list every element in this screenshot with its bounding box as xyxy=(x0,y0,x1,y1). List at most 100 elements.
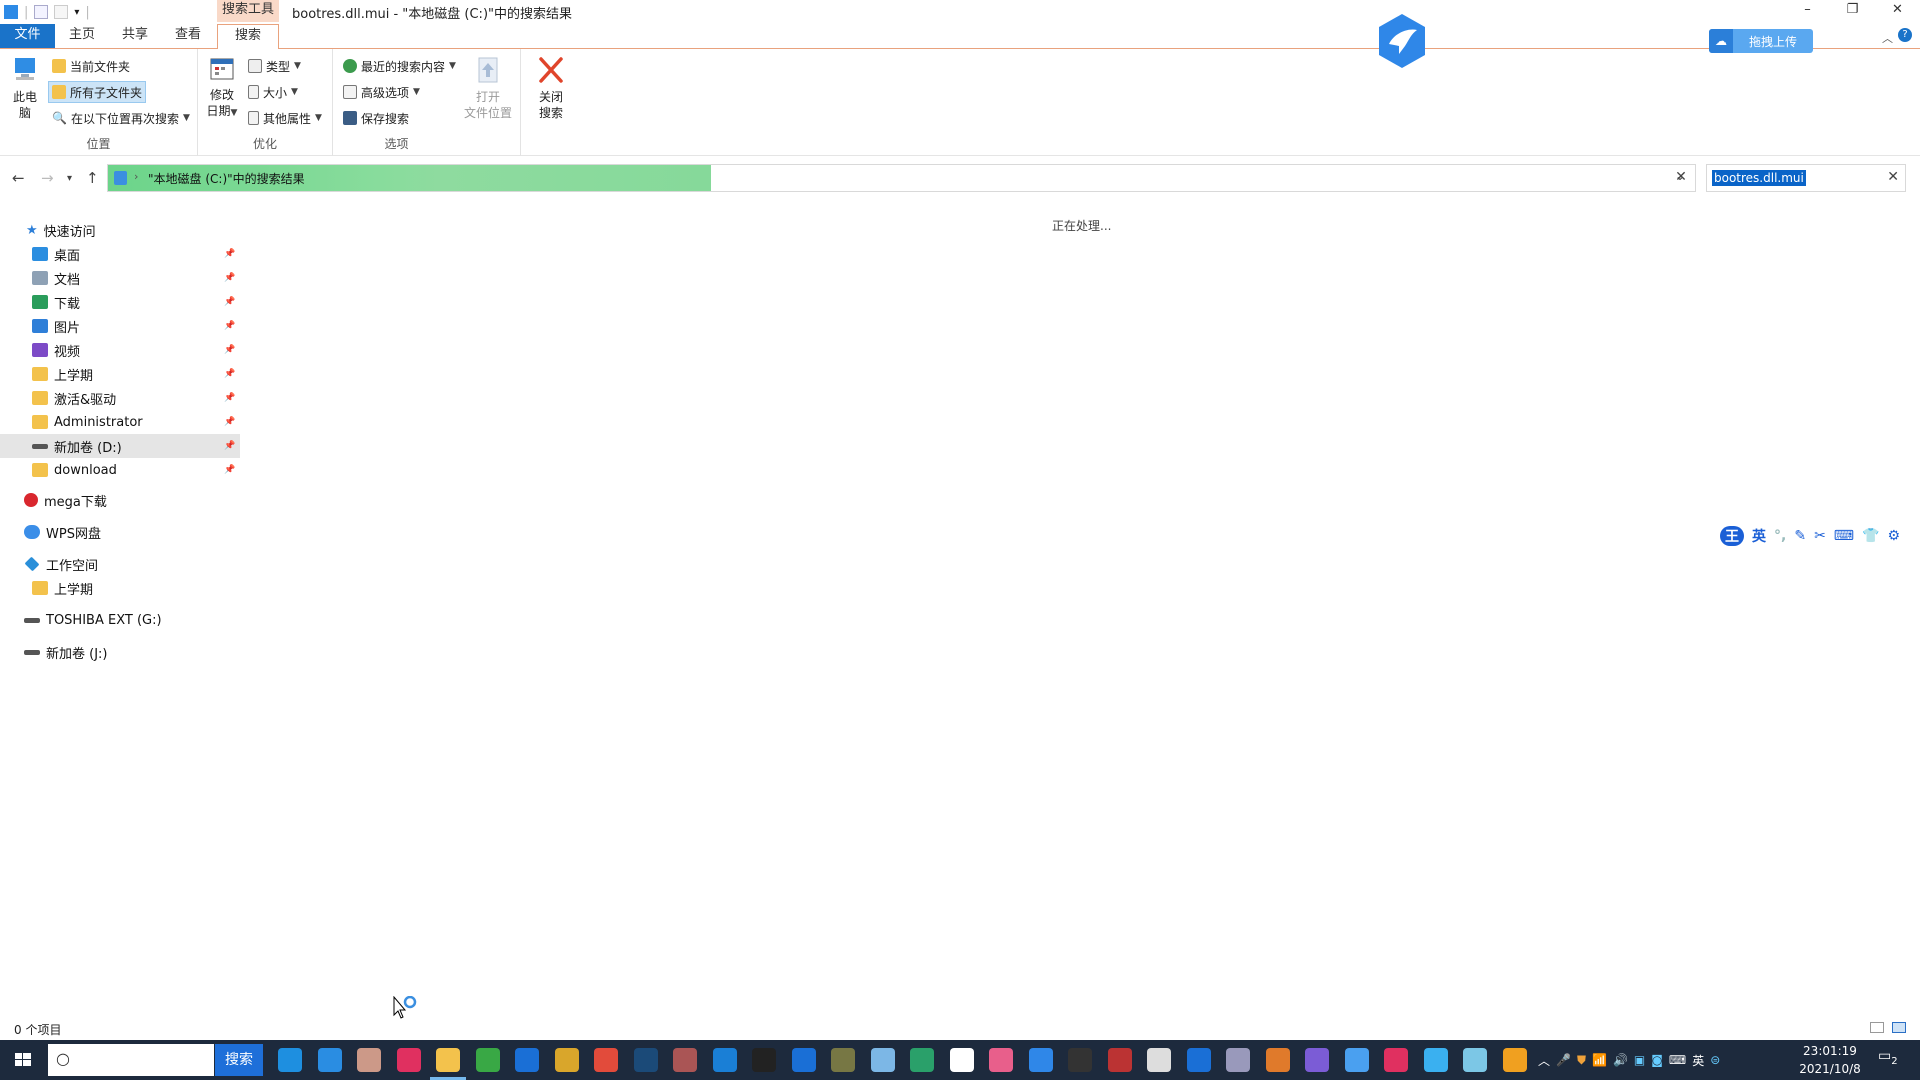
pin-icon[interactable]: 📌 xyxy=(224,273,235,283)
pin-icon[interactable]: 📌 xyxy=(224,369,235,379)
pin-icon[interactable]: 📌 xyxy=(224,345,235,355)
sidebar-item-pinned[interactable]: download 📌 xyxy=(0,458,240,482)
ribbon-collapse-chevron-icon[interactable]: ︿ xyxy=(1882,30,1893,46)
tab-file[interactable]: 文件 xyxy=(0,24,55,48)
tab-share[interactable]: 共享 xyxy=(115,24,155,48)
advanced-options-button[interactable]: 高级选项 ▼ xyxy=(343,81,420,103)
qq-icon[interactable] xyxy=(752,1048,776,1072)
customize-qa-chevron-icon[interactable]: ▾ xyxy=(74,7,79,18)
this-pc-button[interactable]: 此电 脑 xyxy=(4,55,46,121)
windows-start-icon[interactable] xyxy=(0,1040,46,1080)
back-arrow-icon[interactable]: ← xyxy=(12,169,25,187)
sidebar-item-pinned[interactable]: 桌面 📌 xyxy=(0,242,240,266)
steam-icon[interactable] xyxy=(633,1048,658,1072)
ime-skin-icon[interactable]: 👕 xyxy=(1862,528,1879,544)
edge-ie-icon[interactable] xyxy=(278,1048,302,1072)
microphone-icon[interactable]: 🎤 xyxy=(1556,1053,1571,1067)
taskbar-search-button[interactable]: 搜索 xyxy=(215,1044,263,1076)
search-input[interactable]: bootres.dll.mui ✕ xyxy=(1706,164,1906,192)
tray-app-icon[interactable]: ◙ xyxy=(1651,1053,1663,1067)
video-app-icon[interactable] xyxy=(1305,1048,1329,1072)
sidebar-item-pinned[interactable]: 新加卷 (D:) 📌 xyxy=(0,434,240,458)
pin-icon[interactable]: 📌 xyxy=(224,297,235,307)
fox-app-icon[interactable] xyxy=(1265,1048,1290,1072)
game2-app-icon[interactable] xyxy=(1107,1048,1132,1072)
recent-locations-chevron-icon[interactable]: ▾ xyxy=(67,173,72,184)
sidebar-item-pinned[interactable]: 上学期 📌 xyxy=(0,362,240,386)
settings-app-icon[interactable] xyxy=(317,1048,342,1072)
chrome-icon[interactable] xyxy=(594,1048,618,1072)
volume-icon[interactable]: 🔊 xyxy=(1613,1053,1628,1067)
ime-handwrite-icon[interactable]: ✎ xyxy=(1794,528,1806,544)
ime-logo-icon[interactable]: 王 xyxy=(1720,526,1744,546)
sidebar-item-pinned[interactable]: 图片 📌 xyxy=(0,314,240,338)
all-subfolders-button[interactable]: 所有子文件夹 xyxy=(48,81,147,103)
help-icon[interactable]: ? xyxy=(1898,28,1912,42)
tray-input-language[interactable]: 英 xyxy=(1692,1052,1704,1069)
wps-drive-icon[interactable] xyxy=(1423,1048,1448,1072)
store-app-icon[interactable] xyxy=(554,1048,579,1072)
ime-settings-icon[interactable]: ⚙ xyxy=(1887,528,1900,544)
sidebar-item-pinned[interactable]: 下载 📌 xyxy=(0,290,240,314)
taskbar-search-input[interactable]: ○ xyxy=(48,1044,214,1076)
sidebar-item-pinned[interactable]: 激活&驱动 📌 xyxy=(0,386,240,410)
large-icons-view-icon[interactable] xyxy=(1892,1022,1906,1033)
forward-arrow-icon[interactable]: → xyxy=(41,169,54,187)
window-app-icon[interactable] xyxy=(949,1048,974,1072)
new-folder-icon[interactable] xyxy=(54,5,69,19)
book-app-icon[interactable] xyxy=(1186,1048,1211,1072)
nav-wps[interactable]: WPS网盘 xyxy=(0,520,240,544)
save-search-button[interactable]: 保存搜索 xyxy=(343,107,409,129)
media-app-icon[interactable] xyxy=(396,1048,421,1072)
rh-app-icon[interactable] xyxy=(1502,1048,1527,1072)
music-app-icon[interactable] xyxy=(989,1048,1013,1072)
sidebar-item-pinned[interactable]: 文档 📌 xyxy=(0,266,240,290)
close-search-button[interactable]: 关闭 搜索 xyxy=(527,55,575,121)
clear-search-x-icon[interactable]: ✕ xyxy=(1887,169,1899,185)
bag-app-icon[interactable] xyxy=(1147,1048,1171,1072)
restore-button[interactable]: ❐ xyxy=(1830,0,1875,22)
ime-lang-toggle[interactable]: 英 xyxy=(1752,526,1766,546)
pin-icon[interactable]: 📌 xyxy=(224,393,235,403)
file-explorer-icon[interactable] xyxy=(430,1048,466,1080)
pad-app-icon[interactable] xyxy=(1463,1048,1487,1072)
nav-workspace[interactable]: 工作空间 xyxy=(0,552,240,576)
stop-search-x-icon[interactable]: ✕ xyxy=(1668,169,1694,185)
u-app-icon[interactable] xyxy=(712,1048,737,1072)
nav-drive-j[interactable]: 新加卷 (J:) xyxy=(0,640,240,664)
tray-chevron-up-icon[interactable]: ︿ xyxy=(1538,1052,1550,1069)
q-browser-icon[interactable] xyxy=(791,1048,816,1072)
tab-home[interactable]: 主页 xyxy=(62,24,102,48)
disc-app-icon[interactable] xyxy=(831,1048,855,1072)
player-app-icon[interactable] xyxy=(1384,1048,1408,1072)
ime-punct-icon[interactable]: °, xyxy=(1774,528,1786,544)
address-bar[interactable]: › "本地磁盘 (C:)"中的搜索结果 ⌄ xyxy=(107,164,1696,192)
properties-icon[interactable] xyxy=(34,5,49,19)
green-app-icon[interactable] xyxy=(475,1048,500,1072)
bird-app-icon[interactable] xyxy=(1028,1048,1053,1072)
pin-icon[interactable]: 📌 xyxy=(224,441,235,451)
pin-icon[interactable]: 📌 xyxy=(224,249,235,259)
clock[interactable]: 23:01:19 2021/10/8 xyxy=(1790,1042,1870,1078)
minimize-button[interactable]: – xyxy=(1785,0,1830,22)
notification-center-button[interactable]: ▭2 xyxy=(1878,1048,1898,1067)
date-modified-button[interactable]: 修改 日期▼ xyxy=(202,55,242,121)
ime-keyboard-icon[interactable]: ⌨ xyxy=(1834,528,1854,544)
tab-search[interactable]: 搜索 xyxy=(217,24,279,50)
sidebar-item-pinned[interactable]: 视频 📌 xyxy=(0,338,240,362)
open-file-location-button[interactable]: 打开 文件位置 xyxy=(458,55,518,121)
photo-app-icon[interactable] xyxy=(357,1048,381,1072)
up-arrow-icon[interactable]: ↑ xyxy=(86,169,99,187)
touch-keyboard-icon[interactable]: ⌨ xyxy=(1669,1053,1686,1067)
details-view-icon[interactable] xyxy=(1870,1022,1884,1033)
pin-icon[interactable]: 📌 xyxy=(224,417,235,427)
sogou-browser-icon[interactable] xyxy=(910,1048,934,1072)
nav-quick-access[interactable]: ★ 快速访问 xyxy=(0,218,240,242)
ime-tray-icon[interactable]: ⊜ xyxy=(1710,1053,1720,1067)
ime-scissors-icon[interactable]: ✂ xyxy=(1814,528,1826,544)
k-app-icon[interactable] xyxy=(515,1048,539,1072)
cloud-app-icon[interactable] xyxy=(1344,1048,1369,1072)
security-shield-icon[interactable]: ⛊ xyxy=(1577,1053,1586,1068)
breadcrumb-chevron-icon[interactable]: › xyxy=(134,170,138,183)
bird-logo-icon[interactable] xyxy=(1375,12,1429,70)
